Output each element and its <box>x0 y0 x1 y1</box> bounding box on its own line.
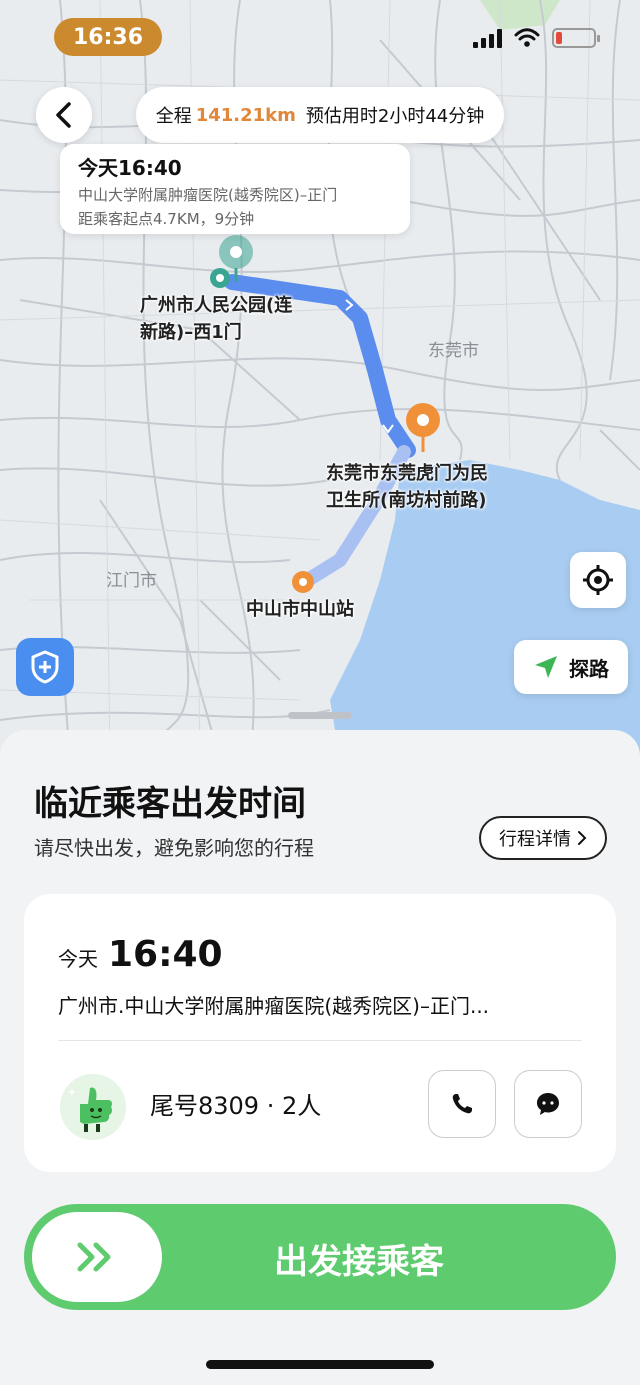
summary-estimate: 预估用时2小时44分钟 <box>305 106 485 127</box>
map-view[interactable]: 东莞市 江门市 广州市人民公园(连 新路)–西1门 东莞市东莞虎门为民 卫生所(… <box>0 0 640 760</box>
locate-button[interactable] <box>570 552 626 608</box>
trip-time: 今天 16:40 <box>58 934 223 975</box>
back-arrow-icon <box>56 102 71 128</box>
city-label-jiangmen: 江门市 <box>106 571 157 591</box>
divider <box>58 1040 582 1041</box>
trip-clock: 16:40 <box>108 934 223 975</box>
pickup-address: 中山大学附属肿瘤医院(越秀院区)–正门 <box>78 186 338 204</box>
summary-distance: 141.21km <box>195 104 296 126</box>
explore-route-button[interactable]: 探路 <box>514 640 628 694</box>
map-label-guangzhou-park: 广州市人民公园(连 新路)–西1门 <box>140 295 293 343</box>
origin-dot-icon <box>210 268 230 288</box>
thumbs-up-avatar-icon <box>60 1074 126 1140</box>
depart-pickup-label: 出发接乘客 <box>274 1242 444 1282</box>
wifi-icon <box>514 28 540 47</box>
sheet-drag-handle[interactable] <box>288 712 352 719</box>
double-chevron-icon <box>77 1242 111 1272</box>
trip-address: 广州市.中山大学附属肿瘤医院(越秀院区)–正门... <box>58 994 490 1018</box>
safety-shield-button[interactable] <box>16 638 74 696</box>
back-button[interactable] <box>36 87 92 143</box>
status-icons <box>473 28 600 48</box>
sheet-subtitle: 请尽快出发，避免影响您的行程 <box>34 836 314 860</box>
bottom-sheet: 临近乘客出发时间 请尽快出发，避免影响您的行程 行程详情 今天 16:40 广州… <box>0 730 640 1385</box>
phone-icon <box>452 1094 472 1114</box>
trip-card: 今天 16:40 广州市.中山大学附属肿瘤医院(越秀院区)–正门... 尾号83… <box>24 894 616 1172</box>
destination-dot-icon <box>292 571 314 593</box>
passenger-info: 尾号8309 · 2人 <box>150 1092 322 1120</box>
chat-icon <box>537 1093 559 1115</box>
trip-detail-button[interactable]: 行程详情 <box>479 816 607 860</box>
map-label-dongguan-clinic: 东莞市东莞虎门为民 卫生所(南坊村前路) <box>326 463 488 511</box>
signal-icon <box>473 28 502 48</box>
summary-prefix: 全程 <box>155 106 192 127</box>
chevron-right-icon <box>578 831 587 845</box>
pickup-distance-note: 距乘客起点4.7KM，9分钟 <box>78 210 255 228</box>
explore-label: 探路 <box>569 656 609 681</box>
shield-icon <box>31 650 59 684</box>
pickup-info-card: 今天16:40 中山大学附属肿瘤医院(越秀院区)–正门 距乘客起点4.7KM，9… <box>60 144 410 234</box>
status-time: 16:36 <box>54 18 162 56</box>
call-passenger-button[interactable] <box>428 1070 496 1138</box>
depart-pickup-slider[interactable]: 出发接乘客 <box>24 1204 616 1310</box>
navigate-arrow-icon <box>535 656 557 678</box>
trip-day: 今天 <box>58 947 98 971</box>
home-indicator[interactable] <box>206 1360 434 1369</box>
pickup-time: 今天16:40 <box>78 156 182 180</box>
battery-icon <box>552 28 600 48</box>
city-label-dongguan: 东莞市 <box>428 341 479 361</box>
map-label-zhongshan-station: 中山市中山站 <box>246 599 354 620</box>
sheet-title: 临近乘客出发时间 <box>34 784 306 824</box>
slider-knob[interactable] <box>32 1212 162 1302</box>
message-passenger-button[interactable] <box>514 1070 582 1138</box>
route-summary: 全程 141.21km 预估用时2小时44分钟 <box>136 87 504 143</box>
locate-icon <box>583 565 613 595</box>
trip-detail-label: 行程详情 <box>499 829 571 850</box>
avatar <box>60 1074 126 1140</box>
